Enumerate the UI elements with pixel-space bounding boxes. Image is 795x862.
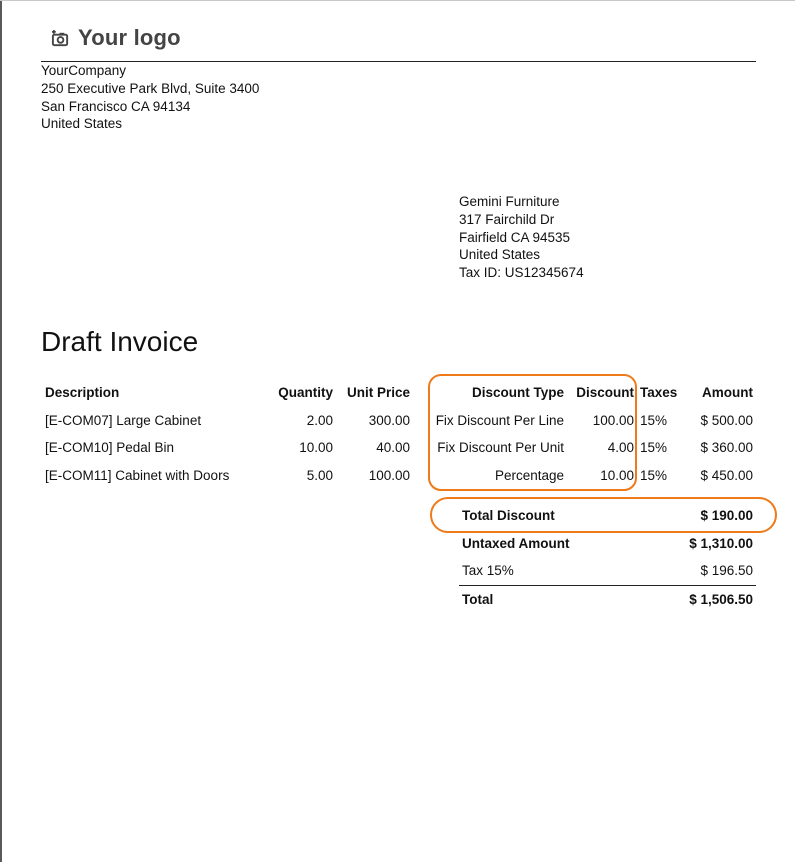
line-unit-price: 100.00	[368, 467, 410, 483]
line-quantity: 5.00	[306, 467, 333, 483]
header-taxes: Taxes	[640, 385, 678, 400]
header-description: Description	[45, 385, 120, 400]
untaxed-amount-row: Untaxed Amount $ 1,310.00	[459, 530, 756, 558]
tax-label: Tax 15%	[462, 563, 514, 578]
customer-street: 317 Fairchild Dr	[459, 211, 555, 227]
table-header-row: Description Quantity Unit Price Discount…	[0, 379, 795, 407]
line-unit-price: 40.00	[376, 440, 410, 455]
customer-name: Gemini Furniture	[459, 194, 560, 209]
page-edge-top	[0, 0, 795, 1]
invoice-lines-table: Description Quantity Unit Price Discount…	[0, 379, 795, 489]
customer-address: Gemini Furniture 317 Fairchild Dr Fairfi…	[459, 193, 584, 282]
grand-total-value: $ 1,506.50	[689, 591, 753, 607]
header-quantity: Quantity	[278, 385, 333, 400]
table-row: [E-COM07] Large Cabinet 2.00 300.00 Fix …	[0, 407, 795, 435]
tax-value: $ 196.50	[700, 563, 753, 578]
line-amount: $ 360.00	[700, 440, 753, 455]
grand-total-row: Total $ 1,506.50	[459, 584, 756, 614]
company-city: San Francisco CA 94134	[41, 98, 191, 114]
company-logo: Your logo	[51, 25, 181, 51]
page-title: Draft Invoice	[41, 326, 199, 357]
customer-city: Fairfield CA 94535	[459, 229, 571, 245]
line-unit-price: 300.00	[368, 412, 410, 428]
customer-tax-id: Tax ID: US12345674	[459, 265, 584, 281]
discount-columns-highlight	[428, 374, 637, 491]
line-amount: $ 500.00	[700, 412, 753, 428]
table-row: [E-COM11] Cabinet with Doors 5.00 100.00…	[0, 462, 795, 490]
header-amount: Amount	[702, 385, 753, 400]
total-discount-highlight	[430, 497, 777, 533]
line-amount: $ 450.00	[700, 467, 753, 483]
line-taxes: 15%	[640, 467, 668, 483]
line-description: [E-COM07] Large Cabinet	[45, 412, 202, 428]
company-address: YourCompany 250 Executive Park Blvd, Sui…	[41, 62, 259, 133]
company-country: United States	[41, 116, 123, 132]
line-taxes: 15%	[640, 412, 668, 428]
tax-row: Tax 15% $ 196.50	[459, 557, 756, 585]
line-description: [E-COM10] Pedal Bin	[45, 440, 175, 455]
camera-icon	[51, 29, 69, 46]
line-taxes: 15%	[640, 440, 668, 455]
header-unit-price: Unit Price	[346, 385, 410, 400]
company-name: YourCompany	[41, 63, 127, 78]
logo-text: Your logo	[78, 25, 181, 50]
line-description: [E-COM11] Cabinet with Doors	[45, 467, 230, 483]
line-quantity: 10.00	[299, 440, 333, 455]
untaxed-amount-value: $ 1,310.00	[689, 535, 753, 551]
company-street: 250 Executive Park Blvd, Suite 3400	[41, 80, 260, 96]
customer-country: United States	[459, 247, 541, 263]
table-row: [E-COM10] Pedal Bin 10.00 40.00 Fix Disc…	[0, 434, 795, 462]
untaxed-amount-label: Untaxed Amount	[462, 535, 570, 551]
line-quantity: 2.00	[306, 412, 333, 428]
grand-total-label: Total	[462, 591, 494, 607]
